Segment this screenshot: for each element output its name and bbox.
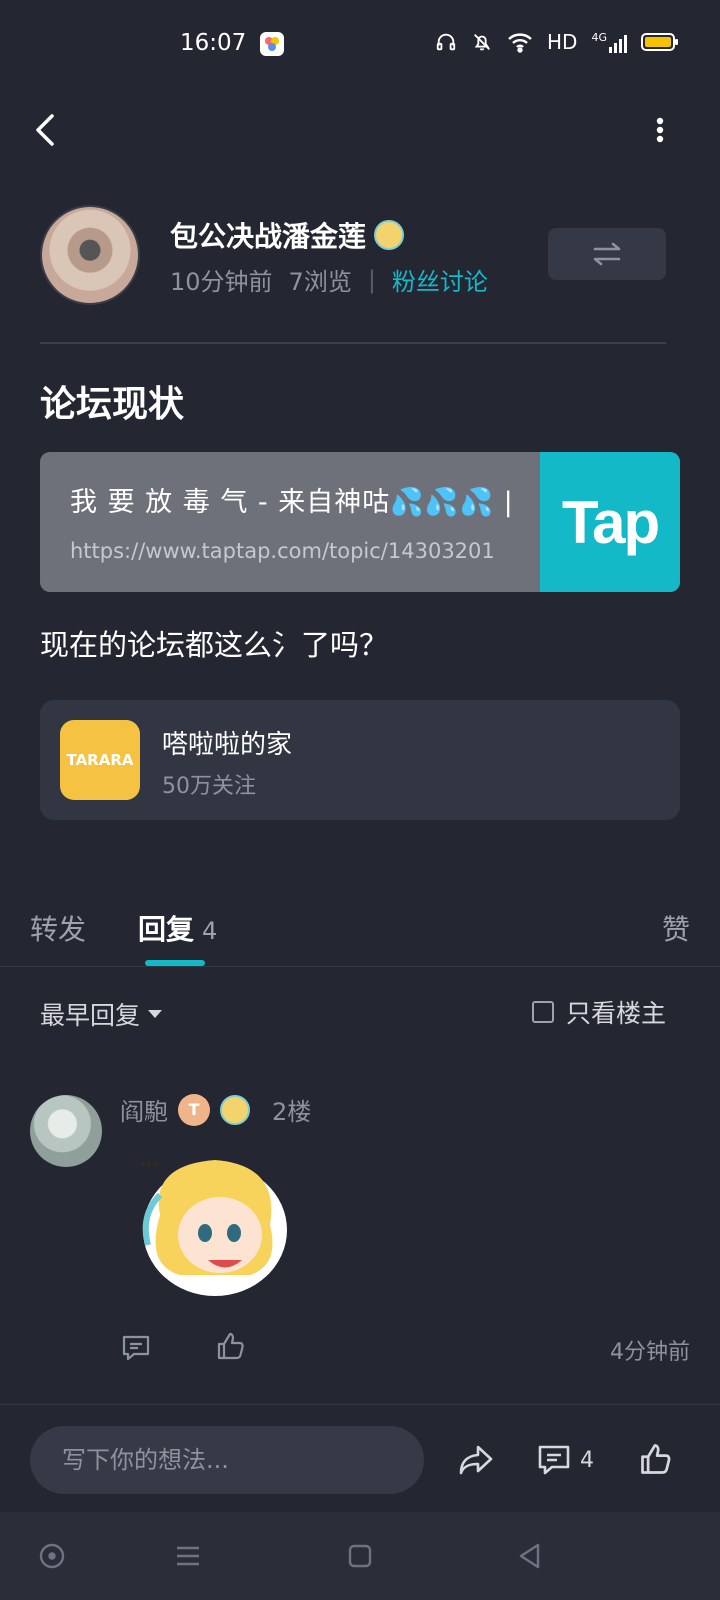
tab-reply[interactable]: 回复 4 <box>138 908 217 948</box>
battery-icon <box>641 33 678 51</box>
back-arrow-icon <box>36 114 54 146</box>
sort-dropdown[interactable]: 最早回复 <box>40 996 163 1032</box>
mute-bell-icon <box>474 34 490 51</box>
caret-down-icon <box>148 1010 163 1018</box>
like-button[interactable] <box>638 1441 674 1477</box>
app-notification-icon <box>260 32 284 56</box>
comment-icon <box>538 1445 570 1475</box>
post-time: 10分钟前 <box>170 268 273 296</box>
headphones-icon <box>436 33 456 51</box>
thumbs-up-icon <box>217 1332 244 1360</box>
network-label: HD <box>547 30 578 54</box>
group-card[interactable]: TARARA 嗒啦啦的家 50万关注 <box>40 700 680 820</box>
tab-divider <box>0 966 720 967</box>
share-button[interactable] <box>458 1443 494 1477</box>
reply-name-row: 阎䮀 T 2楼 <box>120 1092 311 1127</box>
menu-button[interactable] <box>174 1542 202 1570</box>
svg-text:…: … <box>140 1149 158 1170</box>
author-name: 包公决战潘金莲 <box>170 220 367 253</box>
triangle-back-icon <box>519 1543 540 1569</box>
post-title: 论坛现状 <box>40 384 185 425</box>
tab-repost[interactable]: 转发 <box>30 908 86 948</box>
post-views: 7浏览 <box>288 268 352 296</box>
reply-floor: 2楼 <box>272 1098 312 1126</box>
author-avatar[interactable] <box>40 205 140 305</box>
back-button[interactable] <box>28 110 64 150</box>
signal-icon: 4G <box>591 31 627 53</box>
wifi-icon <box>508 33 532 53</box>
tab-like[interactable]: 赞 <box>662 908 690 948</box>
reply-time: 4分钟前 <box>610 1340 690 1365</box>
forum-link[interactable]: 粉丝讨论 <box>392 262 488 297</box>
taptap-logo: Tap <box>540 452 680 592</box>
bottom-divider <box>0 1404 720 1405</box>
swap-arrows-icon <box>593 242 621 266</box>
meta-separator: | <box>367 265 376 294</box>
checkbox-icon <box>531 1001 554 1023</box>
home-button[interactable] <box>346 1542 374 1570</box>
status-time: 16:07 <box>180 30 247 56</box>
reply-input[interactable] <box>30 1426 424 1494</box>
sort-label: 最早回复 <box>40 1001 141 1030</box>
link-card-text: 我 要 放 毒 气 - 来自神咕💦💦💦 |… https://www.tapta… <box>40 452 540 592</box>
more-vertical-icon <box>656 117 664 143</box>
comments-button[interactable]: 4 <box>536 1443 594 1477</box>
share-arrow-icon <box>459 1445 493 1475</box>
comment-count: 4 <box>580 1447 594 1473</box>
sticker-image: … <box>130 1135 300 1305</box>
signal-label: 4G <box>591 31 607 44</box>
group-name: 嗒啦啦的家 <box>162 730 293 760</box>
tab-reply-count: 4 <box>202 917 218 945</box>
group-followers: 50万关注 <box>162 774 256 799</box>
only-op-toggle[interactable]: 只看楼主 <box>531 994 666 1030</box>
post-body: 现在的论坛都这么氵了吗？ <box>40 628 389 662</box>
assistant-button[interactable] <box>38 1542 66 1570</box>
header-divider <box>40 342 666 344</box>
thumbs-up-icon <box>641 1444 671 1474</box>
only-op-label: 只看楼主 <box>565 999 666 1028</box>
reply-comment-button[interactable] <box>120 1332 152 1364</box>
reply-like-button[interactable] <box>215 1330 247 1362</box>
link-card-title: 我 要 放 毒 气 - 来自神咕💦💦💦 |… <box>70 487 512 518</box>
repost-button[interactable] <box>548 228 666 280</box>
circle-dot-icon <box>39 1543 65 1569</box>
reply-avatar[interactable] <box>30 1095 102 1167</box>
status-icons: HD 4G <box>435 30 678 54</box>
system-nav-bar <box>0 1512 720 1600</box>
author-name-row[interactable]: 包公决战潘金莲 <box>170 215 405 255</box>
link-card-url: https://www.taptap.com/topic/14303201 <box>70 539 495 563</box>
square-icon <box>348 1544 372 1568</box>
reply-author-name[interactable]: 阎䮀 <box>120 1092 168 1127</box>
tab-reply-label: 回复 <box>138 913 195 946</box>
comment-icon <box>122 1335 150 1361</box>
link-card[interactable]: 我 要 放 毒 气 - 来自神咕💦💦💦 |… https://www.tapta… <box>40 452 680 592</box>
level-badge: T <box>178 1093 210 1126</box>
menu-lines-icon <box>177 1546 199 1566</box>
group-logo: TARARA <box>60 720 140 800</box>
fan-badge-icon <box>374 220 405 250</box>
author-meta: 10分钟前 7浏览 | 粉丝讨论 <box>170 262 488 297</box>
system-back-button[interactable] <box>516 1542 544 1570</box>
more-options-button[interactable] <box>648 110 672 150</box>
fan-badge-icon <box>220 1094 250 1125</box>
